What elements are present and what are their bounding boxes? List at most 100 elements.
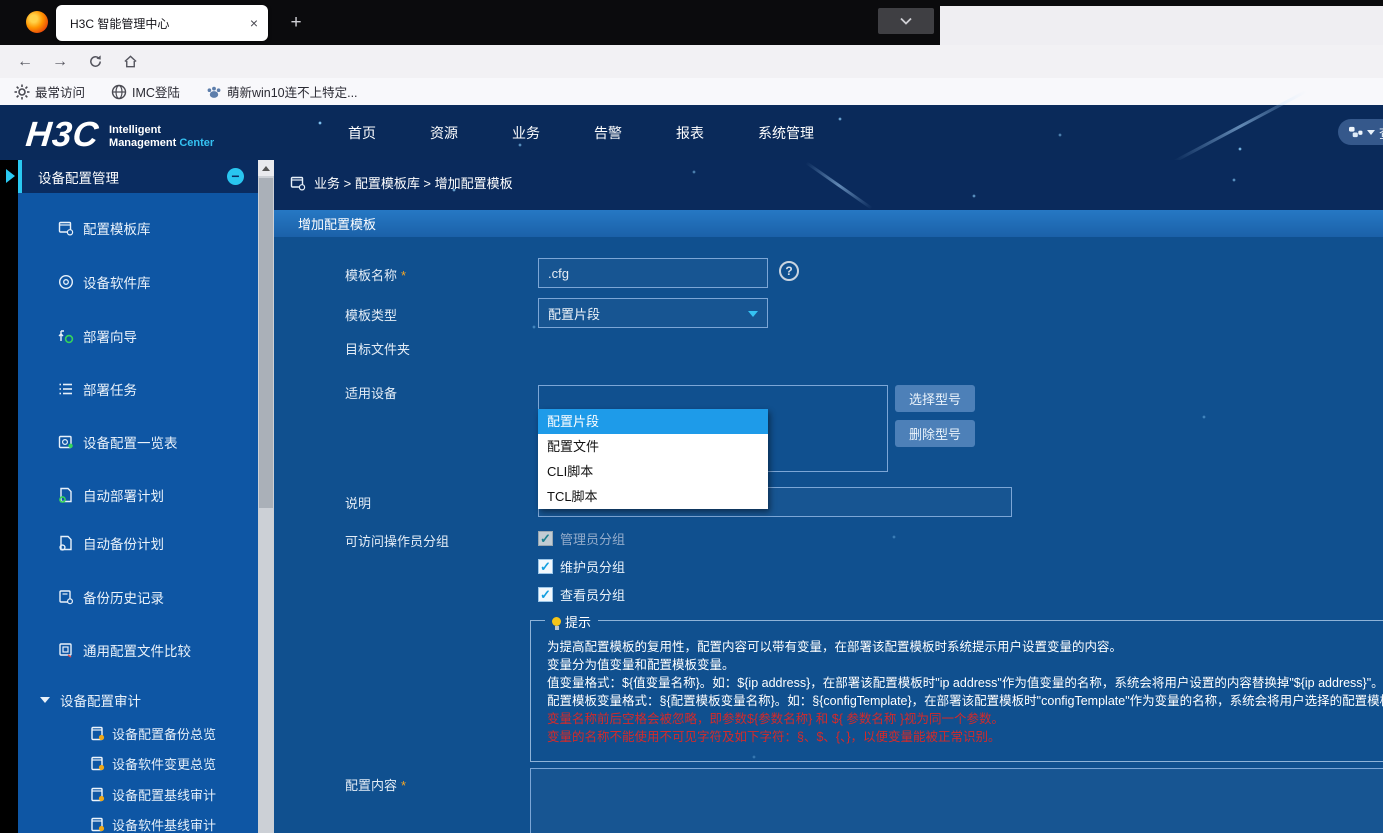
operator-group-maintainer[interactable]: ✓ 维护员分组: [538, 556, 625, 576]
sidebar-item-deploy-wizard[interactable]: 部署向导: [58, 326, 137, 346]
sidebar-item-device-config-overview[interactable]: 设备配置一览表: [58, 432, 178, 452]
nav-report[interactable]: 报表: [676, 123, 704, 143]
tab-close-icon[interactable]: ×: [250, 15, 258, 31]
sidebar-accent-bar: [18, 160, 22, 193]
back-button[interactable]: ←: [10, 45, 40, 78]
tab-strip-light-area: [940, 6, 1383, 45]
doc-gear-icon: [91, 787, 105, 801]
home-button[interactable]: [115, 45, 145, 78]
nav-system[interactable]: 系统管理: [758, 123, 814, 143]
breadcrumb-text[interactable]: 业务 > 配置模板库 > 增加配置模板: [314, 173, 513, 192]
sidebar-title: 设备配置管理: [38, 170, 119, 186]
template-name-input[interactable]: [538, 258, 768, 288]
forward-button[interactable]: →: [45, 45, 75, 78]
nav-home[interactable]: 首页: [348, 123, 376, 143]
sidebar-subitem-config-baseline-audit[interactable]: 设备配置基线审计: [90, 785, 216, 804]
select-model-button[interactable]: 选择型号: [895, 385, 975, 412]
bookmark-imc-login[interactable]: IMC登陆: [111, 82, 180, 101]
sidebar: 设备配置管理 − 配置模板库 设备软件库 部署向导 部署任务 设备配置一览表 自…: [18, 160, 258, 833]
tip-line: 值变量格式：${值变量名称}。如：${ip address}，在部署该配置模板时…: [547, 676, 1383, 690]
comet-streak: [805, 161, 873, 210]
vertical-scrollbar[interactable]: [258, 160, 274, 833]
dropdown-option-config-fragment[interactable]: 配置片段: [538, 409, 768, 434]
gear-icon: [14, 84, 30, 99]
task-list-icon: [59, 383, 72, 395]
operator-group-admin[interactable]: ✓ 管理员分组: [538, 528, 625, 548]
sidebar-item-generic-config-compare[interactable]: 通用配置文件比较: [58, 640, 191, 660]
browser-tab[interactable]: H3C 智能管理中心 ×: [56, 5, 268, 41]
reload-button[interactable]: [80, 45, 110, 78]
description-label: 说明: [345, 496, 372, 511]
scrollbar-thumb[interactable]: [259, 178, 273, 508]
nav-resources[interactable]: 资源: [430, 123, 458, 143]
query-label-partial: 查: [1379, 123, 1383, 142]
sidebar-group-device-config-audit[interactable]: 设备配置审计: [40, 690, 141, 710]
sidebar-item-deploy-tasks[interactable]: 部署任务: [58, 379, 137, 399]
sidebar-subitem-software-baseline-audit[interactable]: 设备软件基线审计: [90, 815, 216, 833]
dropdown-option-config-file[interactable]: 配置文件: [538, 434, 768, 459]
sidebar-item-auto-backup-plan[interactable]: 自动备份计划: [58, 533, 164, 553]
minus-icon: −: [231, 168, 240, 184]
delete-model-button[interactable]: 删除型号: [895, 420, 975, 447]
app-header: H3C Intelligent Management Center 首页 资源 …: [0, 89, 1383, 164]
breadcrumb-page-icon: [290, 176, 306, 191]
config-content-textarea[interactable]: [530, 768, 1383, 833]
sidebar-item-device-software-library[interactable]: 设备软件库: [58, 272, 151, 292]
firefox-icon[interactable]: [26, 11, 48, 33]
auto-deploy-doc-icon: [59, 487, 72, 503]
backup-history-icon: [59, 590, 74, 605]
h3c-logo-subtitle: Intelligent Management Center: [109, 124, 215, 149]
sidebar-subitem-config-backup-overview[interactable]: 设备配置备份总览: [90, 724, 216, 743]
checkbox-checked-disabled-icon: ✓: [538, 530, 553, 546]
tab-list-chevron-button[interactable]: [878, 8, 934, 34]
operator-group-viewer[interactable]: ✓ 查看员分组: [538, 584, 625, 604]
software-disc-icon: [58, 274, 74, 290]
config-content-label: 配置内容 *: [345, 778, 407, 793]
scrollbar-up-button[interactable]: [258, 160, 274, 176]
sidebar-header[interactable]: 设备配置管理 −: [18, 160, 258, 193]
chevron-up-icon: [262, 165, 270, 171]
checkbox-checked-icon[interactable]: ✓: [538, 558, 553, 574]
breadcrumb: 业务 > 配置模板库 > 增加配置模板: [290, 173, 513, 192]
top-navigation: 首页 资源 业务 告警 报表 系统管理: [348, 105, 814, 160]
chevron-down-icon: [1367, 129, 1375, 135]
home-icon: [123, 55, 137, 68]
bookmark-win10-issue[interactable]: 萌新win10连不上特定...: [206, 82, 358, 101]
panel-header: 增加配置模板: [274, 210, 1383, 237]
browser-tab-strip: H3C 智能管理中心 × +: [0, 0, 1383, 45]
tip-line: 为提高配置模板的复用性，配置内容可以带有变量，在部署该配置模板时系统提示用户设置…: [547, 640, 1123, 654]
screen: H3C 智能管理中心 × + ← → 最常访问 IMC登陆 萌新win10连不上…: [0, 0, 1383, 833]
sidebar-item-auto-deploy-plan[interactable]: 自动部署计划: [58, 485, 164, 505]
widget-cluster-icon: [1349, 126, 1363, 137]
header-query-button[interactable]: 查: [1338, 119, 1383, 145]
help-icon[interactable]: ?: [779, 261, 799, 281]
main-content: 业务 > 配置模板库 > 增加配置模板 增加配置模板 模板名称* ? 模板类型 …: [274, 160, 1383, 833]
required-asterisk: *: [401, 268, 407, 283]
target-folder-label: 目标文件夹: [345, 342, 411, 357]
dropdown-option-cli-script[interactable]: CLI脚本: [538, 459, 768, 484]
sidebar-subitem-software-change-overview[interactable]: 设备软件变更总览: [90, 754, 216, 773]
nav-service[interactable]: 业务: [512, 123, 540, 143]
sidebar-pointer-icon: [6, 169, 15, 183]
sidebar-item-backup-history[interactable]: 备份历史记录: [58, 587, 164, 607]
tip-lines: 为提高配置模板的复用性，配置内容可以带有变量，在部署该配置模板时系统提示用户设置…: [547, 638, 1383, 746]
breadcrumb-row: 业务 > 配置模板库 > 增加配置模板: [274, 160, 1383, 210]
add-config-template-form: 模板名称* ? 模板类型 配置片段 目标文件夹 适用设备 选择型号 删除型号 说…: [274, 237, 1383, 833]
new-tab-button[interactable]: +: [282, 9, 310, 37]
template-type-label: 模板类型: [345, 308, 398, 323]
dropdown-option-tcl-script[interactable]: TCL脚本: [538, 484, 768, 509]
sidebar-collapse-button[interactable]: −: [227, 168, 244, 185]
browser-toolbar: ← →: [0, 45, 1383, 120]
nav-alarm[interactable]: 告警: [594, 123, 622, 143]
operator-groups-label: 可访问操作员分组: [345, 534, 450, 549]
sidebar-item-config-template-library[interactable]: 配置模板库: [58, 218, 151, 238]
left-edge-strip: [0, 160, 18, 833]
checkbox-checked-icon[interactable]: ✓: [538, 586, 553, 602]
lightbulb-icon: [552, 617, 561, 630]
h3c-logo: H3C Intelligent Management Center: [24, 115, 215, 155]
template-type-select[interactable]: 配置片段: [538, 298, 768, 328]
chevron-down-icon: [900, 17, 912, 25]
config-overview-icon: [58, 435, 73, 449]
tip-warning-line: 变量名称前后空格会被忽略，即参数${参数名称} 和 ${ 参数名称 }视为同一个…: [547, 712, 1004, 726]
bookmark-most-visited[interactable]: 最常访问: [14, 82, 85, 101]
